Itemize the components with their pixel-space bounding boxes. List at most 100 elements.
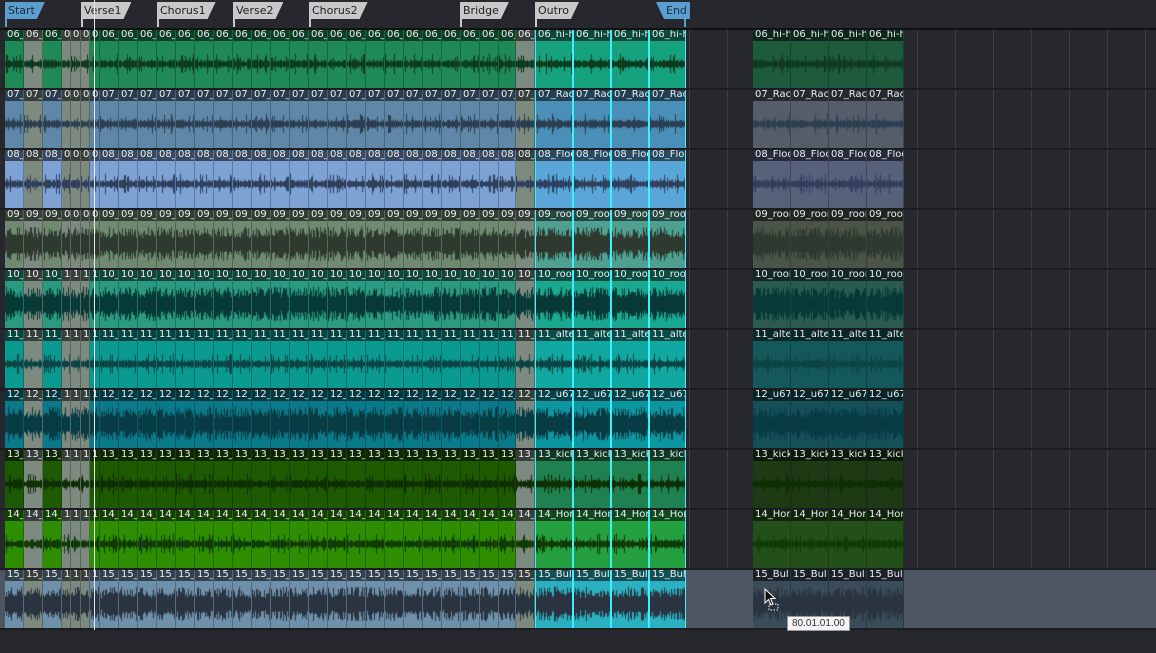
muted-audio-clip[interactable]: 09_room: [24, 210, 43, 268]
audio-clip[interactable]: 12_u67: [385, 390, 404, 448]
audio-clip[interactable]: 13_kick: [157, 450, 176, 508]
audio-clip[interactable]: 14_Horn: [404, 510, 423, 568]
selected-audio-clip[interactable]: 07_Rack: [611, 90, 649, 148]
muted-audio-clip[interactable]: 06_hi-hat: [81, 30, 90, 88]
selected-audio-clip[interactable]: 13_kick: [535, 450, 573, 508]
audio-clip[interactable]: 14_Horn: [195, 510, 214, 568]
selected-audio-clip[interactable]: 07_Rack: [649, 90, 686, 148]
copied-audio-clip[interactable]: 07_Rack: [867, 90, 904, 148]
audio-clip[interactable]: 06_hi-hat: [423, 30, 442, 88]
audio-clip[interactable]: 13_kick: [290, 450, 309, 508]
audio-clip[interactable]: 09_room: [499, 210, 516, 268]
audio-clip[interactable]: 14_Horn: [366, 510, 385, 568]
selected-audio-clip[interactable]: 15_Bul: [649, 570, 686, 628]
audio-clip[interactable]: 12_u67: [195, 390, 214, 448]
muted-audio-clip[interactable]: 14_Horn: [62, 510, 71, 568]
muted-audio-clip[interactable]: 11_alte: [81, 330, 90, 388]
audio-clip[interactable]: 08_Floor: [404, 150, 423, 208]
muted-audio-clip[interactable]: 14_Horn: [516, 510, 535, 568]
copied-audio-clip[interactable]: 11_alte: [867, 330, 904, 388]
audio-clip[interactable]: 14_Horn: [252, 510, 271, 568]
audio-clip[interactable]: 07_Rack: [157, 90, 176, 148]
audio-clip[interactable]: 14_Horn: [138, 510, 157, 568]
muted-audio-clip[interactable]: 07_Rack: [24, 90, 43, 148]
audio-clip[interactable]: 15_Bul: [214, 570, 233, 628]
audio-clip[interactable]: 13_kick: [195, 450, 214, 508]
audio-clip[interactable]: 11_alte: [214, 330, 233, 388]
audio-clip[interactable]: 15_Bul: [176, 570, 195, 628]
audio-clip[interactable]: 09_room: [271, 210, 290, 268]
selected-audio-clip[interactable]: 11_alte: [611, 330, 649, 388]
audio-clip[interactable]: 11_alte: [385, 330, 404, 388]
audio-clip[interactable]: 12_u67: [442, 390, 461, 448]
selected-audio-clip[interactable]: 08_Floor: [573, 150, 611, 208]
audio-clip[interactable]: 06_hi-hat: [119, 30, 138, 88]
selected-audio-clip[interactable]: 13_kick: [573, 450, 611, 508]
audio-clip[interactable]: 07_Rack: [5, 90, 24, 148]
audio-clip[interactable]: 10_room: [214, 270, 233, 328]
selected-audio-clip[interactable]: 12_u67: [535, 390, 573, 448]
audio-clip[interactable]: 07_Rack: [442, 90, 461, 148]
copied-audio-clip[interactable]: 12_u67: [753, 390, 791, 448]
audio-clip[interactable]: 08_Floor: [271, 150, 290, 208]
selected-audio-clip[interactable]: 09_room: [611, 210, 649, 268]
audio-clip[interactable]: 13_kick: [176, 450, 195, 508]
audio-clip[interactable]: 14_Horn: [499, 510, 516, 568]
audio-clip[interactable]: 13_kick: [90, 450, 100, 508]
audio-clip[interactable]: 15_Bul: [347, 570, 366, 628]
audio-clip[interactable]: 11_alte: [480, 330, 499, 388]
audio-clip[interactable]: 10_room: [309, 270, 328, 328]
copied-audio-clip[interactable]: 11_alte: [829, 330, 867, 388]
audio-clip[interactable]: 10_room: [385, 270, 404, 328]
audio-clip[interactable]: 12_u67: [328, 390, 347, 448]
audio-clip[interactable]: 12_u67: [290, 390, 309, 448]
audio-clip[interactable]: 09_room: [404, 210, 423, 268]
copied-audio-clip[interactable]: 07_Rack: [829, 90, 867, 148]
audio-clip[interactable]: 13_kick: [100, 450, 119, 508]
audio-clip[interactable]: 14_Horn: [176, 510, 195, 568]
audio-clip[interactable]: 08_Floor: [442, 150, 461, 208]
marker-chorus2[interactable]: Chorus2: [309, 2, 368, 19]
track-lane[interactable]: 12_u6712_u6712_u6712_u6712_u6712_u6712_u…: [0, 390, 1156, 450]
audio-clip[interactable]: 10_room: [366, 270, 385, 328]
muted-audio-clip[interactable]: 08_Floor: [24, 150, 43, 208]
audio-clip[interactable]: 13_kick: [138, 450, 157, 508]
muted-audio-clip[interactable]: 07_Rack: [81, 90, 90, 148]
audio-clip[interactable]: 12_u67: [480, 390, 499, 448]
marker-start[interactable]: Start: [5, 2, 45, 19]
audio-clip[interactable]: 12_u67: [214, 390, 233, 448]
muted-audio-clip[interactable]: 11_alte: [62, 330, 71, 388]
muted-audio-clip[interactable]: 10_room: [62, 270, 71, 328]
muted-audio-clip[interactable]: 08_Floor: [81, 150, 90, 208]
selected-audio-clip[interactable]: 09_room: [573, 210, 611, 268]
audio-clip[interactable]: 13_kick: [423, 450, 442, 508]
muted-audio-clip[interactable]: 12_u67: [62, 390, 71, 448]
track-lane[interactable]: 13_kick13_kick13_kick13_kick13_kick13_ki…: [0, 450, 1156, 510]
audio-clip[interactable]: 10_room: [442, 270, 461, 328]
audio-clip[interactable]: 13_kick: [119, 450, 138, 508]
audio-clip[interactable]: 11_alte: [90, 330, 100, 388]
audio-clip[interactable]: 11_alte: [195, 330, 214, 388]
audio-clip[interactable]: 06_hi-hat: [290, 30, 309, 88]
audio-clip[interactable]: 09_room: [328, 210, 347, 268]
copied-audio-clip[interactable]: 08_Floor: [867, 150, 904, 208]
copied-audio-clip[interactable]: 09_room: [753, 210, 791, 268]
audio-clip[interactable]: 06_hi-hat: [328, 30, 347, 88]
selected-audio-clip[interactable]: 14_Horn: [649, 510, 686, 568]
track-lane[interactable]: 14_Horn14_Horn14_Horn14_Horn14_Horn14_Ho…: [0, 510, 1156, 570]
audio-clip[interactable]: 10_room: [233, 270, 252, 328]
muted-audio-clip[interactable]: 08_Floor: [71, 150, 81, 208]
muted-audio-clip[interactable]: 09_room: [71, 210, 81, 268]
audio-clip[interactable]: 08_Floor: [366, 150, 385, 208]
audio-clip[interactable]: 14_Horn: [119, 510, 138, 568]
audio-clip[interactable]: 08_Floor: [138, 150, 157, 208]
selected-audio-clip[interactable]: 12_u67: [649, 390, 686, 448]
audio-clip[interactable]: 10_room: [176, 270, 195, 328]
muted-audio-clip[interactable]: 08_Floor: [516, 150, 535, 208]
audio-clip[interactable]: 15_Bul: [157, 570, 176, 628]
audio-clip[interactable]: 06_hi-hat: [347, 30, 366, 88]
audio-clip[interactable]: 14_Horn: [442, 510, 461, 568]
audio-clip[interactable]: 12_u67: [119, 390, 138, 448]
audio-clip[interactable]: 07_Rack: [461, 90, 480, 148]
audio-clip[interactable]: 13_kick: [271, 450, 290, 508]
